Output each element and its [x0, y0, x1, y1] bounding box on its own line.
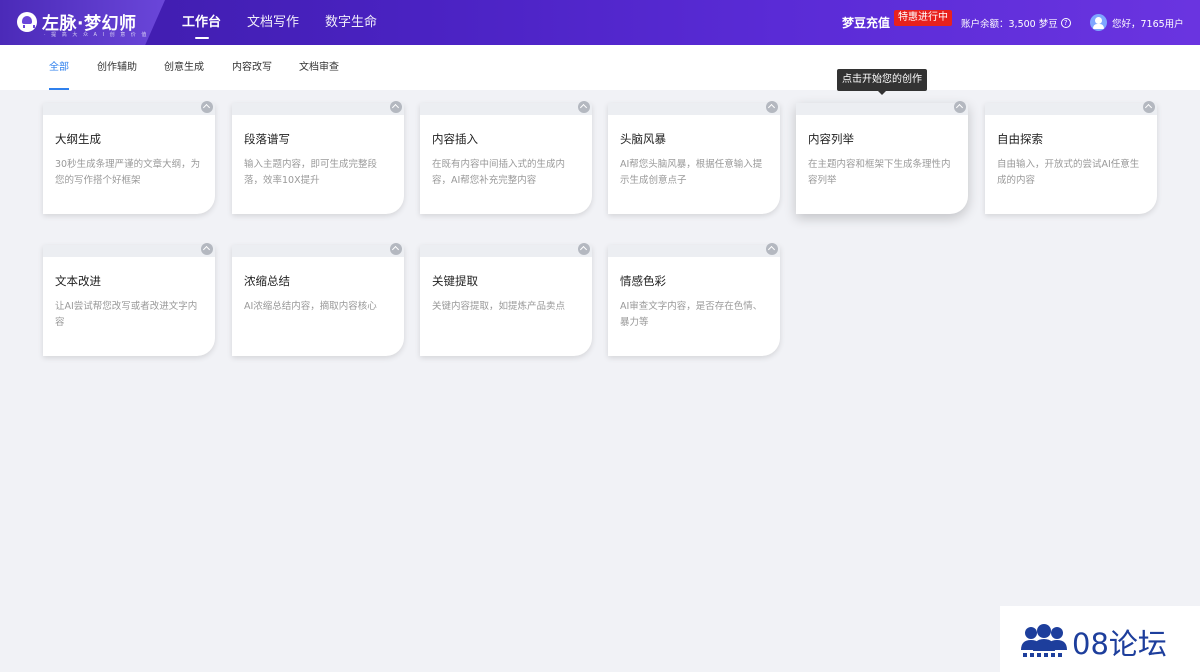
card-top-strip: [420, 245, 592, 257]
forum-watermark: 08论坛: [1000, 606, 1200, 672]
category-tabs: 全部 创作辅助 创意生成 内容改写 文档审查: [0, 45, 1200, 90]
logo[interactable]: 左脉·梦幻师 · 提 高 大 众 A I 创 意 价 值 ·: [0, 0, 165, 45]
card-top-strip: [608, 103, 780, 115]
card-outline-generation[interactable]: 大纲生成 30秒生成条理严谨的文章大纲，为您的写作搭个好框架: [43, 101, 215, 214]
user-greeting[interactable]: 您好，7165用户: [1112, 16, 1184, 30]
collapse-icon[interactable]: [766, 101, 778, 113]
card-key-extraction[interactable]: 关键提取 关键内容提取，如提炼产品卖点: [420, 243, 592, 356]
collapse-icon[interactable]: [1143, 101, 1155, 113]
collapse-icon[interactable]: [201, 101, 213, 113]
tab-writing-assist[interactable]: 创作辅助: [97, 45, 137, 90]
collapse-icon[interactable]: [201, 243, 213, 255]
card-content-insert[interactable]: 内容插入 在既有内容中间插入式的生成内容，AI帮您补充完整内容: [420, 101, 592, 214]
balance-label: 账户余额：: [961, 19, 1009, 30]
balance-value: 3,500 梦豆: [1008, 19, 1058, 30]
account-balance: 账户余额： 3,500 梦豆 ?: [961, 16, 1071, 30]
promo-badge: 特惠进行中: [894, 10, 952, 26]
users-icon: [1021, 624, 1067, 657]
card-description: 在既有内容中间插入式的生成内容，AI帮您补充完整内容: [432, 159, 566, 186]
card-top-strip: [43, 245, 215, 257]
card-top-strip: [43, 103, 215, 115]
collapse-icon[interactable]: [390, 243, 402, 255]
collapse-icon[interactable]: [954, 101, 966, 113]
card-title: 大纲生成: [55, 132, 101, 146]
nav-document-writing[interactable]: 文档写作: [247, 0, 299, 45]
card-free-exploration[interactable]: 自由探索 自由输入，开放式的尝试AI任意生成的内容: [985, 101, 1157, 214]
watermark-text: 08论坛: [1072, 627, 1167, 661]
main-nav: 工作台 文档写作 数字生命: [182, 0, 403, 45]
collapse-icon[interactable]: [578, 243, 590, 255]
card-description: 30秒生成条理严谨的文章大纲，为您的写作搭个好框架: [55, 159, 201, 186]
card-description: 关键内容提取，如提炼产品卖点: [432, 301, 566, 312]
nav-digital-life[interactable]: 数字生命: [325, 0, 377, 45]
logo-icon: [17, 12, 37, 32]
start-tooltip: 点击开始您的创作: [837, 69, 927, 95]
card-summary[interactable]: 浓缩总结 AI浓缩总结内容，摘取内容核心: [232, 243, 404, 356]
collapse-icon[interactable]: [766, 243, 778, 255]
help-icon[interactable]: ?: [1060, 18, 1071, 28]
recharge-button[interactable]: 梦豆充值: [842, 14, 890, 31]
top-navigation-bar: 左脉·梦幻师 · 提 高 大 众 A I 创 意 价 值 · 工作台 文档写作 …: [0, 0, 1200, 45]
card-description: 输入主题内容，即可生成完整段落，效率10X提升: [244, 159, 378, 186]
card-brainstorm[interactable]: 头脑风暴 AI帮您头脑风暴，根据任意输入提示生成创意点子: [608, 101, 780, 214]
card-top-strip: [232, 103, 404, 115]
tab-document-review[interactable]: 文档审查: [299, 45, 339, 90]
tab-idea-generation[interactable]: 创意生成: [164, 45, 204, 90]
card-title: 头脑风暴: [620, 132, 666, 146]
card-top-strip: [420, 103, 592, 115]
card-description: AI浓缩总结内容，摘取内容核心: [244, 301, 377, 312]
card-description: AI审查文字内容，是否存在色情、暴力等: [620, 301, 763, 328]
card-description: 在主题内容和框架下生成条理性内容列举: [808, 159, 951, 186]
card-title: 关键提取: [432, 274, 478, 288]
card-top-strip: [232, 245, 404, 257]
card-title: 自由探索: [997, 132, 1043, 146]
card-content-listing[interactable]: 内容列举 在主题内容和框架下生成条理性内容列举: [796, 101, 968, 214]
card-top-strip: [985, 103, 1157, 115]
card-description: 让AI尝试帮您改写或者改进文字内容: [55, 301, 198, 328]
collapse-icon[interactable]: [578, 101, 590, 113]
card-description: AI帮您头脑风暴，根据任意输入提示生成创意点子: [620, 159, 763, 186]
tab-all[interactable]: 全部: [49, 45, 69, 90]
tab-content-rewrite[interactable]: 内容改写: [232, 45, 272, 90]
collapse-icon[interactable]: [390, 101, 402, 113]
card-title: 段落谱写: [244, 132, 290, 146]
card-top-strip: [796, 103, 968, 115]
logo-slogan: · 提 高 大 众 A I 创 意 价 值 ·: [44, 32, 156, 38]
card-description: 自由输入，开放式的尝试AI任意生成的内容: [997, 159, 1140, 186]
nav-workbench[interactable]: 工作台: [182, 0, 221, 45]
card-paragraph-writing[interactable]: 段落谱写 输入主题内容，即可生成完整段落，效率10X提升: [232, 101, 404, 214]
card-title: 内容插入: [432, 132, 478, 146]
card-top-strip: [608, 245, 780, 257]
card-text-improvement[interactable]: 文本改进 让AI尝试帮您改写或者改进文字内容: [43, 243, 215, 356]
card-title: 情感色彩: [620, 274, 666, 288]
avatar[interactable]: [1090, 14, 1107, 31]
card-title: 文本改进: [55, 274, 101, 288]
card-title: 浓缩总结: [244, 274, 290, 288]
card-sentiment[interactable]: 情感色彩 AI审查文字内容，是否存在色情、暴力等: [608, 243, 780, 356]
card-title: 内容列举: [808, 132, 854, 146]
